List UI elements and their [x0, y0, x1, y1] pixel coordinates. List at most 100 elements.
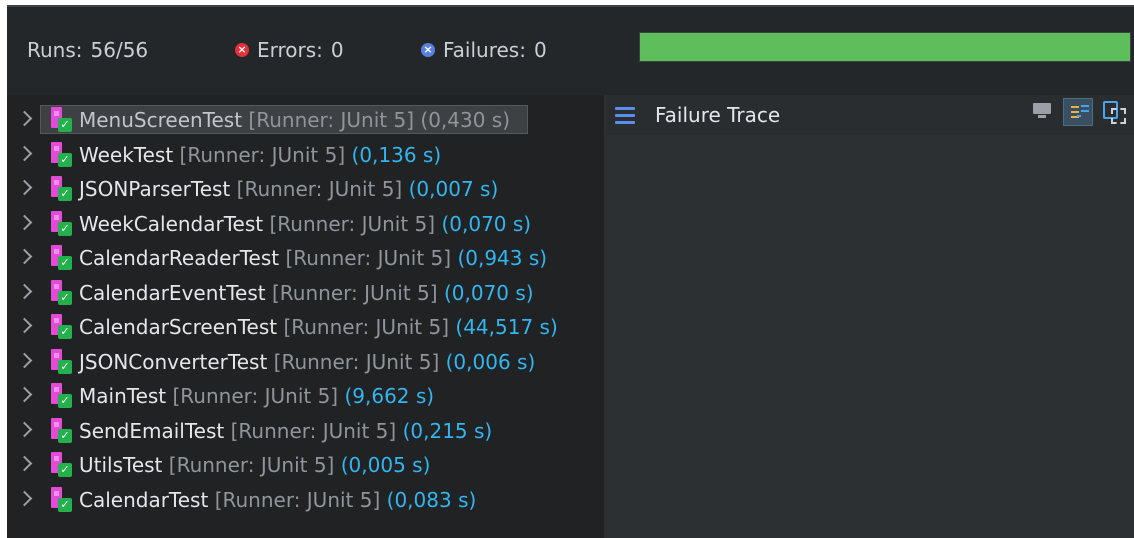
failure-trace-pane: Failure Trace: [607, 95, 1134, 538]
junit-view: Runs: 56/56 × Errors: 0 × Failures: 0 ✓ MenuSc…: [7, 5, 1134, 538]
test-row[interactable]: ✓ CalendarScreenTest [Runner: JUnit 5] (4…: [7, 311, 604, 343]
menu-icon: [615, 107, 635, 124]
errors-counter: × Errors: 0: [235, 37, 344, 63]
progress-bar: [639, 32, 1131, 62]
test-row[interactable]: ✓ MainTest [Runner: JUnit 5] (9,662 s): [7, 380, 604, 412]
test-duration: (0,005 s): [340, 453, 431, 477]
test-runner: [Runner: JUnit 5]: [172, 384, 339, 408]
test-runner: [Runner: JUnit 5]: [269, 211, 436, 236]
test-name: JSONParserTest: [79, 177, 231, 201]
test-runner: [Runner: JUnit 5]: [285, 246, 452, 270]
runs-counter: Runs: 56/56: [27, 37, 148, 63]
compare-results-icon[interactable]: [1101, 99, 1127, 124]
test-label: WeekTest [Runner: JUnit 5] (0,136 s): [79, 139, 441, 171]
test-row[interactable]: ✓ SendEmailTest [Runner: JUnit 5] (0,215 …: [7, 415, 604, 447]
test-runner: [Runner: JUnit 5]: [168, 453, 335, 477]
monitor-icon[interactable]: [1033, 103, 1051, 118]
test-row[interactable]: ✓ JSONParserTest [Runner: JUnit 5] (0,007…: [7, 173, 604, 205]
junit-test-passed-icon: ✓: [49, 141, 75, 168]
test-duration: (0,430 s): [420, 108, 511, 132]
chevron-right-icon[interactable]: [16, 214, 33, 230]
test-runner: [Runner: JUnit 5]: [214, 487, 381, 512]
test-label: CalendarEventTest [Runner: JUnit 5] (0,0…: [79, 277, 534, 309]
chevron-right-icon[interactable]: [16, 179, 33, 196]
test-name: WeekTest: [79, 142, 174, 167]
chevron-right-icon[interactable]: [16, 110, 33, 127]
test-runner: [Runner: JUnit 5]: [283, 315, 450, 339]
error-icon: ×: [235, 42, 249, 57]
test-duration: (0,007 s): [408, 177, 499, 201]
test-row[interactable]: ✓ UtilsTest [Runner: JUnit 5] (0,005 s): [7, 449, 604, 481]
failures-counter: × Failures: 0: [421, 37, 547, 63]
test-label: WeekCalendarTest [Runner: JUnit 5] (0,07…: [79, 208, 531, 240]
test-runner: [Runner: JUnit 5]: [236, 177, 403, 201]
chevron-right-icon[interactable]: [16, 248, 33, 265]
errors-label: Errors:: [257, 38, 323, 62]
runs-value: 56/56: [90, 38, 149, 62]
test-duration: (0,006 s): [445, 349, 536, 374]
test-name: CalendarTest: [79, 487, 209, 512]
junit-test-passed-icon: ✓: [49, 348, 75, 375]
test-name: UtilsTest: [79, 453, 163, 477]
test-runner: [Runner: JUnit 5]: [179, 142, 346, 167]
test-duration: (0,070 s): [443, 280, 534, 305]
test-runner: [Runner: JUnit 5]: [230, 418, 397, 443]
test-duration: (0,943 s): [457, 246, 548, 270]
test-duration: (0,083 s): [386, 487, 477, 512]
test-name: MainTest: [79, 384, 167, 408]
test-duration: (9,662 s): [344, 384, 435, 408]
chevron-right-icon[interactable]: [16, 352, 33, 368]
counters-panel: Runs: 56/56 × Errors: 0 × Failures: 0: [7, 7, 1134, 95]
test-label: CalendarScreenTest [Runner: JUnit 5] (44…: [79, 311, 558, 343]
test-duration: (0,070 s): [441, 211, 532, 236]
chevron-right-icon[interactable]: [16, 317, 33, 334]
test-row[interactable]: ✓ CalendarTest [Runner: JUnit 5] (0,083 s…: [7, 484, 604, 516]
junit-test-passed-icon: ✓: [49, 210, 75, 237]
junit-test-passed-icon: ✓: [49, 279, 75, 306]
failure-trace-header: Failure Trace: [607, 95, 1134, 135]
filter-stack-trace-icon[interactable]: [1063, 98, 1093, 126]
chevron-right-icon[interactable]: [16, 283, 33, 299]
test-runner: [Runner: JUnit 5]: [248, 108, 415, 132]
test-label: JSONConverterTest [Runner: JUnit 5] (0,0…: [79, 346, 535, 378]
progress-fill: [640, 33, 1130, 61]
test-label: SendEmailTest [Runner: JUnit 5] (0,215 s…: [79, 415, 492, 447]
test-tree[interactable]: ✓ MenuScreenTest [Runner: JUnit 5] (0,430…: [7, 95, 604, 538]
test-duration: (44,517 s): [455, 315, 558, 339]
runs-label: Runs:: [27, 38, 83, 62]
chevron-right-icon[interactable]: [16, 455, 33, 472]
junit-test-passed-icon: ✓: [49, 107, 75, 133]
chevron-right-icon[interactable]: [16, 386, 33, 403]
test-label: CalendarReaderTest [Runner: JUnit 5] (0,…: [79, 242, 547, 274]
test-row[interactable]: ✓ CalendarReaderTest [Runner: JUnit 5] (0…: [7, 242, 604, 274]
test-name: SendEmailTest: [79, 418, 225, 443]
junit-test-passed-icon: ✓: [49, 176, 75, 202]
failures-value: 0: [533, 38, 547, 62]
test-label: MenuScreenTest [Runner: JUnit 5] (0,430 …: [79, 104, 510, 136]
junit-test-passed-icon: ✓: [49, 486, 75, 513]
junit-test-passed-icon: ✓: [49, 245, 75, 271]
test-label: MainTest [Runner: JUnit 5] (9,662 s): [79, 380, 434, 412]
test-row[interactable]: ✓ WeekTest [Runner: JUnit 5] (0,136 s): [7, 139, 604, 171]
failure-icon: ×: [421, 42, 435, 57]
test-row[interactable]: ✓ WeekCalendarTest [Runner: JUnit 5] (0,0…: [7, 208, 604, 240]
chevron-right-icon[interactable]: [16, 145, 33, 161]
test-duration: (0,136 s): [351, 142, 442, 167]
test-name: CalendarEventTest: [79, 280, 266, 305]
test-name: CalendarReaderTest: [79, 246, 280, 270]
errors-value: 0: [330, 38, 344, 62]
test-label: UtilsTest [Runner: JUnit 5] (0,005 s): [79, 449, 430, 481]
test-row[interactable]: ✓ JSONConverterTest [Runner: JUnit 5] (0,…: [7, 346, 604, 378]
test-row[interactable]: ✓ CalendarEventTest [Runner: JUnit 5] (0,…: [7, 277, 604, 309]
test-runner: [Runner: JUnit 5]: [273, 349, 440, 374]
test-name: CalendarScreenTest: [79, 315, 278, 339]
failure-trace-title: Failure Trace: [655, 103, 781, 127]
junit-test-passed-icon: ✓: [49, 383, 75, 409]
junit-test-passed-icon: ✓: [49, 417, 75, 444]
chevron-right-icon[interactable]: [16, 490, 33, 506]
failures-label: Failures:: [443, 38, 526, 62]
test-row[interactable]: ✓ MenuScreenTest [Runner: JUnit 5] (0,430…: [7, 104, 604, 136]
test-runner: [Runner: JUnit 5]: [271, 280, 438, 305]
test-label: JSONParserTest [Runner: JUnit 5] (0,007 …: [79, 173, 498, 205]
chevron-right-icon[interactable]: [16, 421, 33, 437]
